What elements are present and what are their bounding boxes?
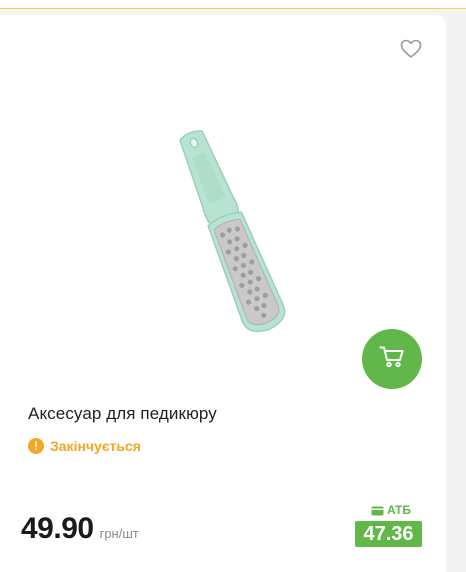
favorite-heart-icon[interactable] (400, 39, 422, 59)
product-image[interactable] (150, 120, 310, 345)
wallet-icon (371, 505, 384, 516)
price-block: 49.90 грн/шт (21, 512, 139, 546)
loyalty-price: 47.36 (355, 521, 422, 547)
price-value: 49.90 (21, 512, 94, 545)
stock-status: ! Закінчується (28, 438, 141, 454)
price-unit: грн/шт (99, 526, 139, 541)
stock-status-label: Закінчується (50, 438, 141, 454)
page-background-strip (446, 9, 466, 572)
product-title[interactable]: Аксесуар для педикюру (28, 404, 217, 424)
loyalty-label-text: АТБ (386, 503, 411, 517)
loyalty-label: АТБ (355, 503, 411, 517)
loyalty-price-block: АТБ 47.36 (355, 503, 422, 547)
cart-icon (379, 345, 405, 374)
top-divider (0, 0, 466, 9)
add-to-cart-button[interactable] (362, 329, 422, 389)
warning-icon: ! (28, 438, 44, 454)
